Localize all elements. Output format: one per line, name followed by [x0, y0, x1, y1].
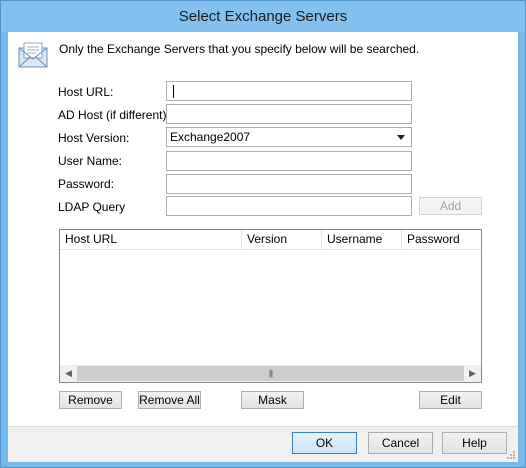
column-header-host-url[interactable]: Host URL — [60, 230, 242, 249]
host-version-label: Host Version: — [58, 131, 130, 145]
select-exchange-servers-dialog: Select Exchange Servers Only the Exchang… — [0, 0, 526, 468]
window-title: Select Exchange Servers — [178, 8, 348, 25]
add-button[interactable]: Add — [419, 197, 482, 215]
scroll-right-icon[interactable]: ▶ — [464, 365, 481, 382]
server-list-header: Host URL Version Username Password — [60, 230, 481, 250]
title-bar[interactable]: Select Exchange Servers — [1, 1, 525, 32]
ldap-query-label: LDAP Query — [58, 200, 126, 214]
host-url-input[interactable] — [166, 81, 412, 101]
chevron-down-icon — [397, 135, 405, 140]
ok-button[interactable]: OK — [292, 432, 357, 454]
dialog-body: Only the Exchange Servers that you speci… — [8, 32, 518, 426]
scroll-left-icon[interactable]: ◀ — [60, 365, 77, 382]
mask-button[interactable]: Mask — [241, 391, 304, 409]
host-version-value: Exchange2007 — [170, 130, 251, 144]
help-button[interactable]: Help — [442, 432, 507, 454]
column-header-username[interactable]: Username — [322, 230, 402, 249]
cancel-button[interactable]: Cancel — [368, 432, 433, 454]
mail-envelope-icon — [18, 42, 48, 68]
text-caret — [173, 85, 174, 98]
edit-button[interactable]: Edit — [419, 391, 482, 409]
server-list[interactable]: Host URL Version Username Password ◀ |||… — [59, 229, 482, 383]
ldap-query-input[interactable] — [166, 196, 412, 216]
host-url-label: Host URL: — [58, 85, 114, 99]
resize-grip-icon[interactable] — [506, 450, 516, 460]
remove-button[interactable]: Remove — [59, 391, 122, 409]
user-name-input[interactable] — [166, 151, 412, 171]
column-header-password[interactable]: Password — [402, 230, 481, 249]
ad-host-input[interactable] — [166, 104, 412, 124]
horizontal-scrollbar[interactable]: ◀ ||| ▶ — [60, 365, 481, 382]
column-header-version[interactable]: Version — [242, 230, 322, 249]
remove-all-button[interactable]: Remove All — [138, 391, 201, 409]
user-name-label: User Name: — [58, 154, 123, 168]
ad-host-label: AD Host (if different): — [58, 108, 170, 122]
password-label: Password: — [58, 177, 115, 191]
dialog-footer: OK Cancel Help — [8, 426, 518, 462]
host-version-select[interactable]: Exchange2007 — [166, 127, 412, 147]
password-input[interactable] — [166, 174, 412, 194]
scrollbar-thumb[interactable]: ||| — [77, 366, 464, 381]
intro-text: Only the Exchange Servers that you speci… — [59, 42, 420, 56]
